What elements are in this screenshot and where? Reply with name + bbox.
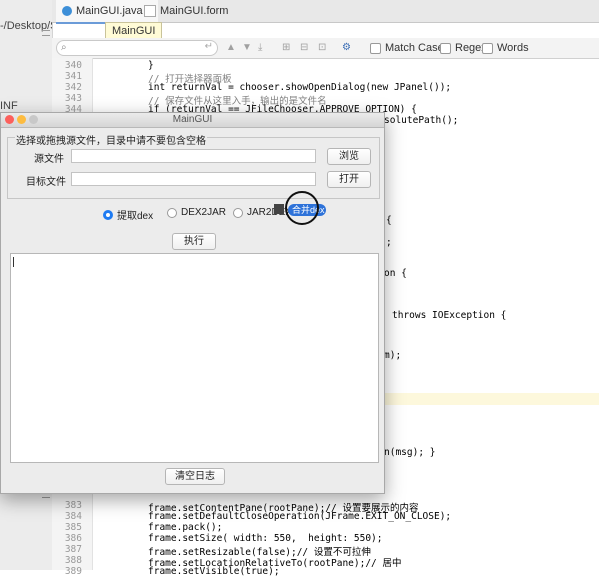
code-line[interactable]: frame.setSize( width: 550, height: 550); bbox=[148, 533, 383, 544]
search-icon: ⌕ bbox=[61, 42, 67, 53]
find-bar: ⌕ ↵ ▲ ▼ ⤓ ⊞ ⊟ ⊡ ⚙ Match Case Regex Words bbox=[52, 38, 599, 59]
collapse-icon[interactable] bbox=[42, 30, 50, 36]
prev-occurrence-icon[interactable]: ▲ bbox=[226, 42, 236, 53]
line-number: 343 bbox=[64, 93, 82, 104]
tab-label: MainGUI.java bbox=[76, 5, 143, 17]
radio-label: DEX2JAR bbox=[181, 207, 227, 218]
line-number: 342 bbox=[64, 82, 82, 93]
code-line[interactable]: } bbox=[148, 60, 154, 71]
enter-icon: ↵ bbox=[204, 41, 213, 52]
code-fragment[interactable]: solutePath(); bbox=[384, 115, 458, 126]
zoom-window-icon[interactable] bbox=[29, 115, 38, 124]
tab-maingui-form[interactable]: MainGUI.form bbox=[138, 0, 234, 22]
open-button[interactable]: 打开 bbox=[327, 171, 371, 188]
code-line[interactable]: frame.pack(); bbox=[148, 522, 222, 533]
code-fragment[interactable]: { bbox=[386, 215, 392, 226]
code-fragment[interactable]: throws IOException { bbox=[392, 310, 506, 321]
code-fragment[interactable]: on { bbox=[384, 268, 407, 279]
code-line[interactable]: frame.setDefaultCloseOperation(JFrame.EX… bbox=[148, 511, 451, 522]
checkbox-label: Words bbox=[497, 42, 529, 54]
checkbox-box[interactable] bbox=[370, 42, 381, 54]
radio-dex2jar[interactable]: DEX2JAR bbox=[167, 207, 226, 218]
code-fragment[interactable]: m); bbox=[384, 350, 401, 361]
group-title: 选择或拖拽源文件，目录中请不要包含空格 bbox=[15, 132, 207, 147]
radio-unselected-icon[interactable] bbox=[167, 207, 177, 218]
line-number: 383 bbox=[64, 500, 82, 511]
mouse-cursor-highlight bbox=[285, 191, 319, 225]
select-all-icon[interactable]: ⊡ bbox=[318, 42, 326, 53]
log-textarea[interactable] bbox=[10, 253, 379, 463]
code-line[interactable]: int returnVal = chooser.showOpenDialog(n… bbox=[148, 82, 451, 93]
clear-log-button[interactable]: 清空日志 bbox=[165, 468, 225, 485]
line-number: 385 bbox=[64, 522, 82, 533]
tab-label: MainGUI.form bbox=[160, 5, 229, 17]
checkbox-label: Match Case bbox=[385, 42, 444, 54]
code-fragment[interactable]: n(msg); } bbox=[384, 447, 435, 458]
line-number: 389 bbox=[64, 566, 82, 577]
line-number: 386 bbox=[64, 533, 82, 544]
radio-label: 提取dex bbox=[117, 211, 154, 222]
maingui-window: MainGUI 选择或拖拽源文件，目录中请不要包含空格 源文件 浏览 目标文件 … bbox=[0, 112, 385, 494]
regex-checkbox[interactable]: Regex bbox=[440, 42, 487, 54]
text-caret bbox=[13, 257, 14, 267]
window-titlebar[interactable]: MainGUI bbox=[1, 113, 384, 128]
window-title: MainGUI bbox=[172, 114, 213, 125]
close-window-icon[interactable] bbox=[5, 115, 14, 124]
radio-unselected-icon[interactable] bbox=[233, 207, 243, 218]
checkbox-box[interactable] bbox=[482, 42, 493, 54]
match-case-checkbox[interactable]: Match Case bbox=[370, 42, 444, 54]
java-class-icon bbox=[62, 6, 72, 16]
line-number: 340 bbox=[64, 60, 82, 71]
checkbox-box[interactable] bbox=[440, 42, 451, 54]
browse-button[interactable]: 浏览 bbox=[327, 148, 371, 165]
target-file-field[interactable] bbox=[71, 172, 316, 186]
line-number: 341 bbox=[64, 71, 82, 82]
form-file-icon bbox=[144, 5, 156, 17]
radio-extract-dex[interactable]: 提取dex bbox=[103, 207, 153, 222]
find-input[interactable]: ⌕ ↵ bbox=[56, 40, 218, 56]
project-item-inf[interactable]: INF bbox=[0, 100, 18, 112]
settings-icon[interactable]: ⚙ bbox=[342, 42, 351, 53]
words-checkbox[interactable]: Words bbox=[482, 42, 529, 54]
current-line-highlight bbox=[380, 393, 599, 405]
next-occurrence-icon[interactable]: ▼ bbox=[242, 42, 252, 53]
remove-occurrence-icon[interactable]: ⊟ bbox=[300, 42, 308, 53]
add-occurrence-icon[interactable]: ⊞ bbox=[282, 42, 290, 53]
find-all-icon[interactable]: ⤓ bbox=[258, 42, 262, 53]
target-file-label: 目标文件 bbox=[26, 177, 66, 188]
code-fragment[interactable]: ; bbox=[386, 237, 392, 248]
line-number: 388 bbox=[64, 555, 82, 566]
radio-unselected-icon[interactable] bbox=[274, 204, 284, 214]
code-line[interactable]: frame.setVisible(true); bbox=[148, 566, 280, 577]
minimize-window-icon[interactable] bbox=[17, 115, 26, 124]
source-file-label: 源文件 bbox=[34, 154, 64, 165]
line-number: 387 bbox=[64, 544, 82, 555]
editor-tabbar: MainGUI.java × MainGUI.form bbox=[52, 0, 599, 24]
line-number: 384 bbox=[64, 511, 82, 522]
execute-button[interactable]: 执行 bbox=[172, 233, 216, 250]
radio-selected-icon[interactable] bbox=[103, 209, 113, 220]
source-file-field[interactable] bbox=[71, 149, 316, 163]
